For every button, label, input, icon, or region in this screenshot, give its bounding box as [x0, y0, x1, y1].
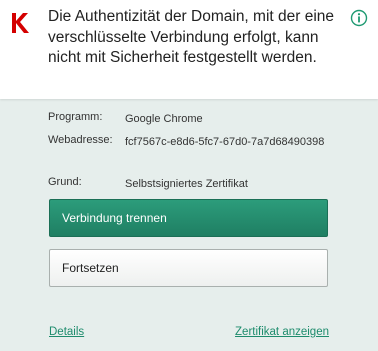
reason-value: Selbstsigniertes Zertifikat: [125, 178, 248, 190]
address-value: fcf7567c-e8d6-5fc7-67d0-7a7d68490398: [125, 136, 325, 148]
warning-message: Die Authentizität der Domain, mit der ei…: [48, 8, 335, 66]
address-label: Webadresse:: [48, 134, 113, 146]
program-row: Programm: Google Chrome: [48, 111, 348, 127]
address-row: Webadresse: fcf7567c-e8d6-5fc7-67d0-7a7d…: [48, 134, 348, 169]
show-certificate-link[interactable]: Zertifikat anzeigen: [235, 326, 329, 338]
connection-details: Programm: Google Chrome Webadresse: fcf7…: [48, 111, 348, 192]
disconnect-button[interactable]: Verbindung trennen: [49, 199, 328, 237]
details-link[interactable]: Details: [49, 326, 84, 338]
program-label: Programm:: [48, 111, 103, 123]
continue-button[interactable]: Fortsetzen: [49, 249, 328, 287]
info-icon[interactable]: [350, 9, 368, 27]
reason-label: Grund:: [48, 176, 82, 188]
reason-row: Grund: Selbstsigniertes Zertifikat: [48, 176, 348, 192]
kaspersky-logo-icon: [12, 13, 29, 33]
program-value: Google Chrome: [125, 113, 203, 125]
notification-header: Die Authentizität der Domain, mit der ei…: [0, 0, 378, 99]
